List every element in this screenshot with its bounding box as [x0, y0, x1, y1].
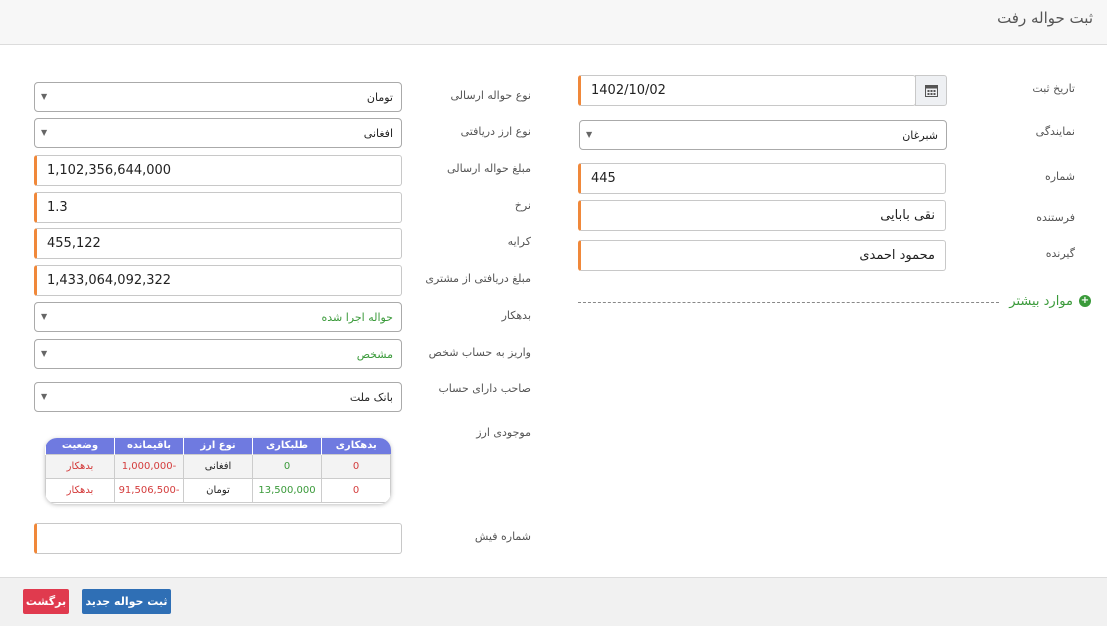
table-cell: بدهکار	[45, 453, 115, 479]
send-type-select[interactable]: ▼ تومان	[34, 82, 402, 112]
send-amount-input[interactable]: 1,102,356,644,000	[34, 155, 402, 186]
receiver-input[interactable]: محمود احمدی	[578, 240, 946, 271]
table-cell: افغانی	[183, 453, 253, 479]
table-cell: 13,500,000	[252, 477, 322, 503]
customer-amount-value: 1,433,064,092,322	[47, 273, 172, 288]
deposit-label: واریز به حساب شخص	[428, 346, 531, 359]
rate-label: نرخ	[514, 199, 531, 212]
chevron-down-icon: ▼	[41, 128, 48, 137]
customer-amount-input[interactable]: 1,433,064,092,322	[34, 265, 402, 296]
sender-value: نقی بابایی	[880, 208, 935, 223]
debtor-select[interactable]: ▼ حواله اجرا شده	[34, 302, 402, 332]
table-cell: 0	[252, 453, 322, 479]
send-type-label: نوع حواله ارسالی	[450, 89, 531, 102]
dashed-divider	[578, 302, 999, 303]
number-value: 445	[591, 171, 616, 186]
rate-input[interactable]: 1.3	[34, 192, 402, 223]
table-header-row: بدهکاری طلبکاری نوع ارز باقیمانده وضعیت	[45, 438, 391, 454]
recv-currency-value: افغانی	[363, 127, 393, 140]
fee-input[interactable]: 455,122	[34, 228, 402, 259]
receipt-label: شماره فیش	[474, 530, 531, 543]
debtor-value: حواله اجرا شده	[321, 311, 393, 324]
table-row: 0 0 افغانی -1,000,000 بدهکار	[45, 453, 391, 479]
table-cell: -91,506,500	[114, 477, 184, 503]
table-row: 0 13,500,000 تومان -91,506,500 بدهکار	[45, 477, 391, 503]
recv-currency-select[interactable]: ▼ افغانی	[34, 118, 402, 148]
account-owner-select[interactable]: ▼ بانک ملت	[34, 382, 402, 412]
col-header: وضعیت	[45, 438, 115, 454]
chevron-down-icon: ▼	[41, 349, 48, 358]
save-new-transfer-button[interactable]: ثبت حواله جدید	[82, 589, 171, 614]
send-amount-label: مبلغ حواله ارسالی	[447, 162, 531, 175]
receipt-input[interactable]	[34, 523, 402, 554]
send-type-value: تومان	[366, 91, 393, 104]
plus-circle-icon: +	[1079, 295, 1091, 307]
col-header: باقیمانده	[114, 438, 184, 454]
number-label: شماره	[1044, 170, 1075, 183]
balance-table: بدهکاری طلبکاری نوع ارز باقیمانده وضعیت …	[45, 438, 391, 504]
table-cell: -1,000,000	[114, 453, 184, 479]
agency-select[interactable]: ▼ شبرغان	[579, 120, 947, 150]
receiver-label: گیرنده	[1045, 247, 1075, 260]
reg-date-value: 1402/10/02	[591, 83, 666, 98]
chevron-down-icon: ▼	[586, 130, 593, 139]
chevron-down-icon: ▼	[41, 92, 48, 101]
number-input[interactable]: 445	[578, 163, 946, 194]
calendar-button[interactable]	[915, 75, 947, 106]
rate-value: 1.3	[47, 200, 68, 215]
agency-value: شبرغان	[902, 129, 938, 142]
chevron-down-icon: ▼	[41, 312, 48, 321]
col-header: طلبکاری	[252, 438, 322, 454]
chevron-down-icon: ▼	[41, 392, 48, 401]
fee-value: 455,122	[47, 236, 101, 251]
reg-date-label: تاریخ ثبت	[1032, 82, 1075, 95]
col-header: بدهکاری	[321, 438, 391, 454]
recv-currency-label: نوع ارز دریافتی	[460, 125, 531, 138]
table-cell: 0	[321, 453, 391, 479]
table-cell: بدهکار	[45, 477, 115, 503]
fee-label: کرایه	[507, 235, 531, 248]
balance-label: موجودی ارز	[476, 426, 531, 439]
calendar-icon	[925, 85, 938, 97]
send-amount-value: 1,102,356,644,000	[47, 163, 172, 178]
customer-amount-label: مبلغ دریافتی از مشتری	[425, 272, 531, 285]
account-owner-label: صاحب دارای حساب	[438, 382, 531, 395]
deposit-select[interactable]: ▼ مشخص	[34, 339, 402, 369]
table-cell: 0	[321, 477, 391, 503]
deposit-value: مشخص	[356, 348, 393, 361]
page-title: ثبت حواله رفت	[997, 9, 1093, 27]
table-cell: تومان	[183, 477, 253, 503]
account-owner-value: بانک ملت	[349, 391, 393, 404]
footer-bar: ثبت حواله جدید برگشت	[0, 577, 1107, 626]
back-button[interactable]: برگشت	[23, 589, 69, 614]
sender-input[interactable]: نقی بابایی	[578, 200, 946, 231]
more-options-toggle[interactable]: موارد بیشتر +	[578, 292, 1091, 312]
col-header: نوع ارز	[183, 438, 253, 454]
reg-date-input[interactable]: 1402/10/02	[578, 75, 916, 106]
agency-label: نمایندگی	[1035, 125, 1075, 138]
receiver-value: محمود احمدی	[859, 248, 935, 263]
more-options-label: موارد بیشتر	[1009, 294, 1073, 309]
debtor-label: بدهکار	[501, 309, 531, 322]
sender-label: فرستنده	[1036, 211, 1075, 224]
page-header: ثبت حواله رفت	[0, 0, 1107, 45]
